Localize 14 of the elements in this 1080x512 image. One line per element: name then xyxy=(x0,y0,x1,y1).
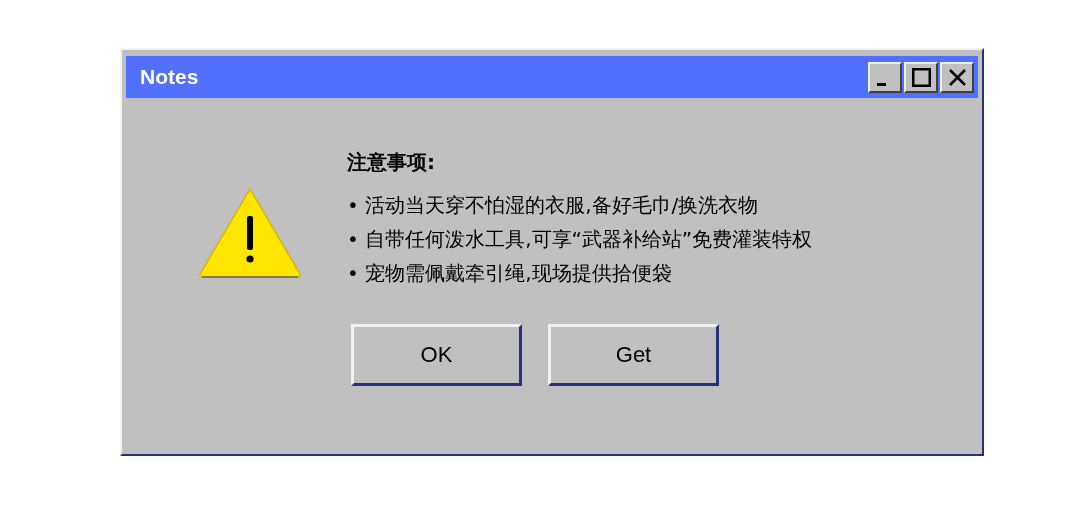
minimize-button[interactable] xyxy=(868,61,902,93)
minimize-icon xyxy=(875,81,887,87)
dialog-button[interactable]: Get xyxy=(548,324,719,386)
maximize-button[interactable] xyxy=(904,61,938,93)
maximize-icon xyxy=(911,67,931,87)
close-button[interactable] xyxy=(940,61,974,93)
warning-icon xyxy=(197,186,303,280)
bullet-item: • 宠物需佩戴牵引绳,现场提供拾便袋 xyxy=(347,260,673,287)
window-title: Notes xyxy=(140,65,199,89)
dialog-button[interactable]: OK xyxy=(351,324,522,386)
bullet-item: • 自带任何泼水工具,可享“武器补给站”免费灌装特权 xyxy=(347,226,813,253)
message-heading: 注意事项: xyxy=(347,150,436,174)
bullet-item: • 活动当天穿不怕湿的衣服,备好毛巾/换洗衣物 xyxy=(347,192,760,219)
close-icon xyxy=(947,67,967,87)
